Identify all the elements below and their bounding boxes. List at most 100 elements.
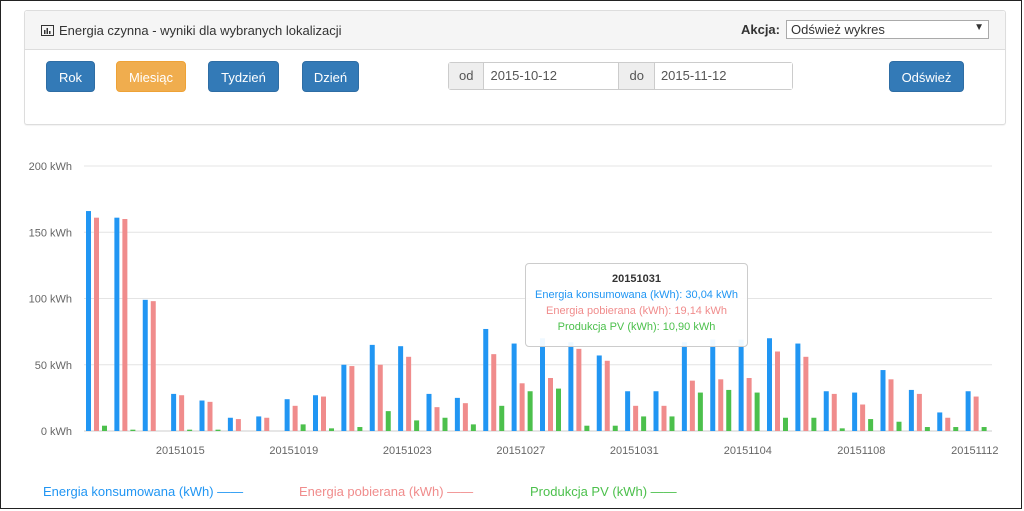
bar-series-3[interactable]	[470, 424, 476, 431]
bar-series-3[interactable]	[584, 425, 590, 431]
bar-series-2[interactable]	[860, 404, 866, 432]
bar-series-3[interactable]	[981, 427, 987, 431]
bar-series-1[interactable]	[142, 299, 148, 431]
bar-series-3[interactable]	[612, 425, 618, 431]
bar-series-1[interactable]	[540, 338, 545, 431]
bar-series-2[interactable]	[179, 395, 185, 431]
bar-series-1[interactable]	[965, 391, 971, 431]
week-button[interactable]: Tydzień	[208, 61, 279, 92]
month-button[interactable]: Miesiąc	[116, 61, 186, 92]
bar-series-3[interactable]	[527, 391, 533, 431]
bar-series-2[interactable]	[689, 380, 695, 431]
bar-series-2[interactable]	[718, 379, 724, 431]
bar-series-1[interactable]	[738, 339, 744, 431]
bar-series-3[interactable]	[726, 389, 732, 431]
bar-series-1[interactable]	[284, 399, 290, 431]
bar-series-3[interactable]	[783, 417, 788, 431]
bar-series-2[interactable]	[831, 393, 837, 431]
bar-series-2[interactable]	[150, 301, 156, 431]
bar-series-3[interactable]	[953, 427, 959, 431]
bar-series-3[interactable]	[839, 428, 845, 431]
legend-consumed[interactable]: Energia konsumowana (kWh) ——	[43, 484, 243, 499]
bar-series-3[interactable]	[868, 419, 874, 431]
bar-series-1[interactable]	[426, 393, 432, 431]
bar-series-2[interactable]	[803, 356, 809, 431]
bar-series-1[interactable]	[681, 342, 687, 431]
bar-series-2[interactable]	[207, 401, 213, 431]
bar-series-1[interactable]	[483, 328, 489, 431]
bar-series-2[interactable]	[661, 405, 667, 431]
bar-series-1[interactable]	[937, 412, 943, 431]
bar-series-2[interactable]	[94, 217, 99, 431]
bar-series-3[interactable]	[357, 427, 363, 431]
bar-series-1[interactable]	[454, 397, 460, 431]
bar-series-1[interactable]	[795, 343, 801, 431]
bar-series-2[interactable]	[888, 379, 894, 431]
bar-series-3[interactable]	[669, 416, 675, 431]
bar-series-2[interactable]	[292, 405, 298, 431]
bar-series-1[interactable]	[767, 338, 772, 431]
from-date-input[interactable]: 2015-10-12	[484, 63, 620, 89]
bar-series-2[interactable]	[604, 360, 610, 431]
bar-series-2[interactable]	[377, 364, 383, 431]
bar-series-1[interactable]	[227, 417, 233, 431]
bar-series-2[interactable]	[122, 219, 128, 431]
bar-series-3[interactable]	[924, 427, 930, 431]
bar-series-3[interactable]	[811, 417, 817, 431]
legend-drawn[interactable]: Energia pobierana (kWh) ——	[299, 484, 473, 499]
bar-series-2[interactable]	[462, 403, 468, 431]
bar-series-1[interactable]	[114, 217, 120, 431]
bar-series-3[interactable]	[499, 405, 505, 431]
legend-pv[interactable]: Produkcja PV (kWh) ——	[530, 484, 677, 499]
bar-series-3[interactable]	[641, 416, 647, 431]
bar-series-3[interactable]	[697, 392, 703, 431]
bar-series-2[interactable]	[576, 348, 582, 431]
bar-series-3[interactable]	[414, 420, 420, 431]
refresh-button[interactable]: Odśwież	[889, 61, 964, 92]
bar-series-2[interactable]	[548, 378, 553, 431]
bar-series-1[interactable]	[653, 391, 659, 431]
bar-series-1[interactable]	[398, 346, 404, 431]
bar-series-2[interactable]	[349, 366, 355, 431]
bar-series-2[interactable]	[775, 351, 780, 432]
bar-series-1[interactable]	[171, 393, 177, 431]
bar-series-3[interactable]	[329, 428, 334, 431]
bar-series-2[interactable]	[434, 407, 440, 431]
day-button[interactable]: Dzień	[302, 61, 359, 92]
bar-series-3[interactable]	[556, 388, 561, 431]
bar-series-3[interactable]	[215, 429, 221, 431]
bar-series-1[interactable]	[880, 370, 886, 431]
bar-series-3[interactable]	[187, 429, 193, 431]
bar-series-1[interactable]	[596, 355, 602, 431]
bar-series-2[interactable]	[519, 383, 525, 431]
to-date-input[interactable]: 2015-11-12	[654, 63, 792, 89]
bar-series-1[interactable]	[199, 400, 205, 431]
bar-series-1[interactable]	[256, 416, 262, 431]
bar-series-2[interactable]	[633, 405, 639, 431]
bar-series-3[interactable]	[385, 411, 391, 431]
bar-series-2[interactable]	[491, 354, 497, 431]
action-select[interactable]: Odśwież wykres ▼	[786, 20, 989, 39]
bar-series-1[interactable]	[710, 339, 716, 431]
bar-series-2[interactable]	[321, 396, 326, 431]
bar-series-3[interactable]	[896, 421, 902, 431]
bar-series-1[interactable]	[369, 344, 375, 431]
bar-series-1[interactable]	[625, 391, 631, 431]
bar-series-2[interactable]	[264, 417, 270, 431]
bar-series-1[interactable]	[511, 343, 517, 431]
bar-series-1[interactable]	[823, 391, 829, 431]
bar-series-2[interactable]	[746, 378, 752, 431]
bar-series-1[interactable]	[568, 342, 574, 431]
year-button[interactable]: Rok	[46, 61, 95, 92]
bar-series-3[interactable]	[754, 392, 760, 431]
bar-series-3[interactable]	[300, 424, 306, 431]
bar-series-2[interactable]	[406, 356, 412, 431]
bar-series-2[interactable]	[973, 396, 979, 431]
bar-series-3[interactable]	[102, 425, 107, 431]
bar-series-3[interactable]	[442, 417, 448, 431]
bar-series-1[interactable]	[908, 389, 914, 431]
bar-series-2[interactable]	[916, 393, 922, 431]
bar-series-1[interactable]	[86, 211, 91, 431]
bar-series-2[interactable]	[235, 419, 241, 431]
bar-series-1[interactable]	[341, 364, 347, 431]
